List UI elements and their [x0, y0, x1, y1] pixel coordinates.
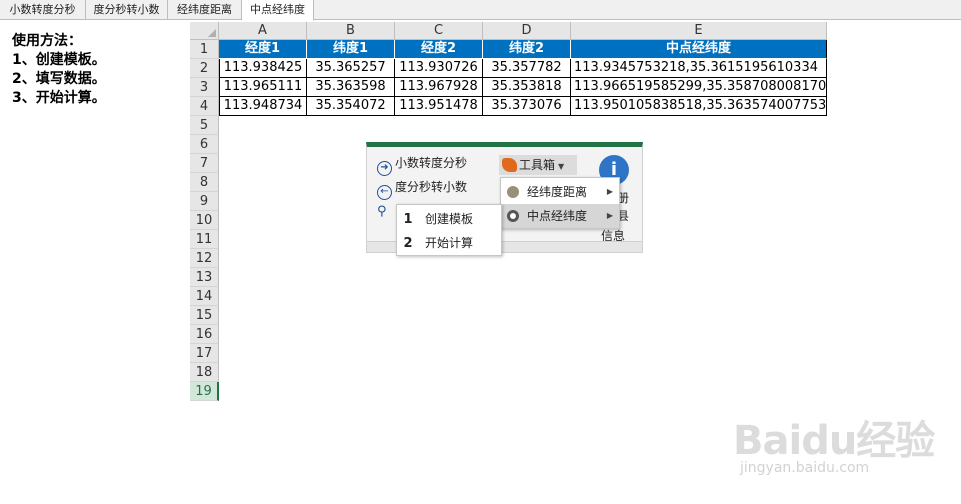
decimal-to-dms-button[interactable]: ➜ 小数转度分秒	[377, 153, 468, 176]
row-header-11[interactable]: 11	[190, 230, 219, 249]
menu-item-start-calc[interactable]: 2 开始计算	[397, 231, 501, 255]
table-cell[interactable]: 35.373076	[483, 97, 571, 116]
menu-item-number: 2	[403, 236, 413, 251]
row-header-5[interactable]: 5	[190, 116, 219, 135]
table-cell[interactable]: 35.363598	[307, 78, 395, 97]
table-cell[interactable]: 35.354072	[307, 97, 395, 116]
menu-item-label: 开始计算	[425, 236, 474, 250]
row-header-3[interactable]: 3	[190, 78, 219, 97]
instruction-step: 2、填写数据。	[12, 71, 106, 87]
row-header-15[interactable]: 15	[190, 306, 219, 325]
menu-item-number: 1	[403, 212, 413, 227]
search-person-icon: ⚲	[377, 204, 387, 219]
addin-ribbon-image: ➜ 小数转度分秒 ← 度分秒转小数 ⚲ 工具箱 ▼ i 册 县 信息 经纬度距离 ▶ 中…	[366, 142, 643, 256]
baidu-watermark-url: jingyan.baidu.com	[740, 460, 870, 476]
row-header-14[interactable]: 14	[190, 287, 219, 306]
toolbox-submenu: 经纬度距离 ▶ 中点经纬度 ▶	[500, 177, 620, 229]
row-header-8[interactable]: 8	[190, 173, 219, 192]
menu-item-distance[interactable]: 经纬度距离 ▶	[501, 180, 619, 204]
chevron-down-icon: ▼	[558, 162, 565, 171]
decimal-to-dms-label: 小数转度分秒	[395, 156, 468, 170]
table-header-cell[interactable]: 纬度1	[307, 40, 395, 59]
table-header-cell[interactable]: 中点经纬度	[571, 40, 827, 59]
sheet-tab-bar: 小数转度分秒 度分秒转小数 经纬度距离 中点经纬度	[0, 0, 961, 21]
arrow-left-icon: ←	[377, 185, 392, 200]
column-header-d[interactable]: D	[483, 22, 571, 40]
search-button[interactable]: ⚲	[377, 201, 397, 221]
globe-icon	[507, 186, 519, 198]
row-header-9[interactable]: 9	[190, 192, 219, 211]
row-header-4[interactable]: 4	[190, 97, 219, 116]
table-cell[interactable]: 113.938425	[219, 59, 307, 78]
target-icon	[507, 210, 519, 222]
table-cell[interactable]: 113.9345753218,35.3615195610334	[571, 59, 827, 78]
row-header-6[interactable]: 6	[190, 135, 219, 154]
tab-distance[interactable]: 经纬度距离	[168, 0, 242, 20]
menu-item-label: 中点经纬度	[527, 209, 588, 223]
table-cell[interactable]: 113.966519585299,35.3587080081707	[571, 78, 827, 97]
tab-decimal-to-dms[interactable]: 小数转度分秒	[0, 0, 86, 20]
toolbox-dropdown[interactable]: 工具箱 ▼	[499, 155, 577, 175]
column-header-e[interactable]: E	[571, 22, 827, 40]
instructions-heading: 使用方法：	[12, 33, 82, 49]
tab-midpoint[interactable]: 中点经纬度	[242, 0, 314, 21]
table-header-cell[interactable]: 纬度2	[483, 40, 571, 59]
arrow-right-icon: ➜	[377, 161, 392, 176]
table-cell[interactable]: 113.967928	[395, 78, 483, 97]
row-header-1[interactable]: 1	[190, 40, 219, 59]
table-header-cell[interactable]: 经度2	[395, 40, 483, 59]
fox-logo-icon	[502, 158, 517, 172]
row-header-17[interactable]: 17	[190, 344, 219, 363]
row-header-12[interactable]: 12	[190, 249, 219, 268]
row-header-19[interactable]: 19	[190, 382, 219, 401]
row-header-2[interactable]: 2	[190, 59, 219, 78]
baidu-watermark: Baidu经验	[733, 418, 935, 464]
table-cell[interactable]: 35.353818	[483, 78, 571, 97]
table-cell[interactable]: 35.357782	[483, 59, 571, 78]
row-header-7[interactable]: 7	[190, 154, 219, 173]
instruction-step: 3、开始计算。	[12, 90, 106, 106]
dms-to-decimal-label: 度分秒转小数	[395, 180, 468, 194]
menu-item-label: 创建模板	[425, 212, 474, 226]
instructions: 使用方法： 1、创建模板。 2、填写数据。 3、开始计算。	[12, 32, 106, 108]
instruction-step: 1、创建模板。	[12, 52, 106, 68]
chevron-right-icon: ▶	[606, 187, 613, 196]
chevron-right-icon: ▶	[606, 211, 613, 220]
column-header-b[interactable]: B	[307, 22, 395, 40]
row-header-16[interactable]: 16	[190, 325, 219, 344]
toolbox-label: 工具箱	[519, 158, 556, 172]
menu-item-midpoint[interactable]: 中点经纬度 ▶	[501, 204, 619, 228]
table-cell[interactable]: 113.930726	[395, 59, 483, 78]
table-cell[interactable]: 35.365257	[307, 59, 395, 78]
dms-to-decimal-button[interactable]: ← 度分秒转小数	[377, 177, 468, 200]
column-header-a[interactable]: A	[219, 22, 307, 40]
menu-item-create-template[interactable]: 1 创建模板	[397, 207, 501, 231]
menu-item-label: 经纬度距离	[527, 185, 588, 199]
column-header-c[interactable]: C	[395, 22, 483, 40]
table-cell[interactable]: 113.950105838518,35.3635740077531	[571, 97, 827, 116]
select-all-corner[interactable]	[190, 22, 219, 40]
row-header-10[interactable]: 10	[190, 211, 219, 230]
tab-dms-to-decimal[interactable]: 度分秒转小数	[86, 0, 168, 20]
midpoint-popup-menu: 1 创建模板 2 开始计算	[396, 204, 502, 256]
row-header-13[interactable]: 13	[190, 268, 219, 287]
table-header-cell[interactable]: 经度1	[219, 40, 307, 59]
table-cell[interactable]: 113.951478	[395, 97, 483, 116]
table-cell[interactable]: 113.965111	[219, 78, 307, 97]
table-cell[interactable]: 113.948734	[219, 97, 307, 116]
row-header-18[interactable]: 18	[190, 363, 219, 382]
